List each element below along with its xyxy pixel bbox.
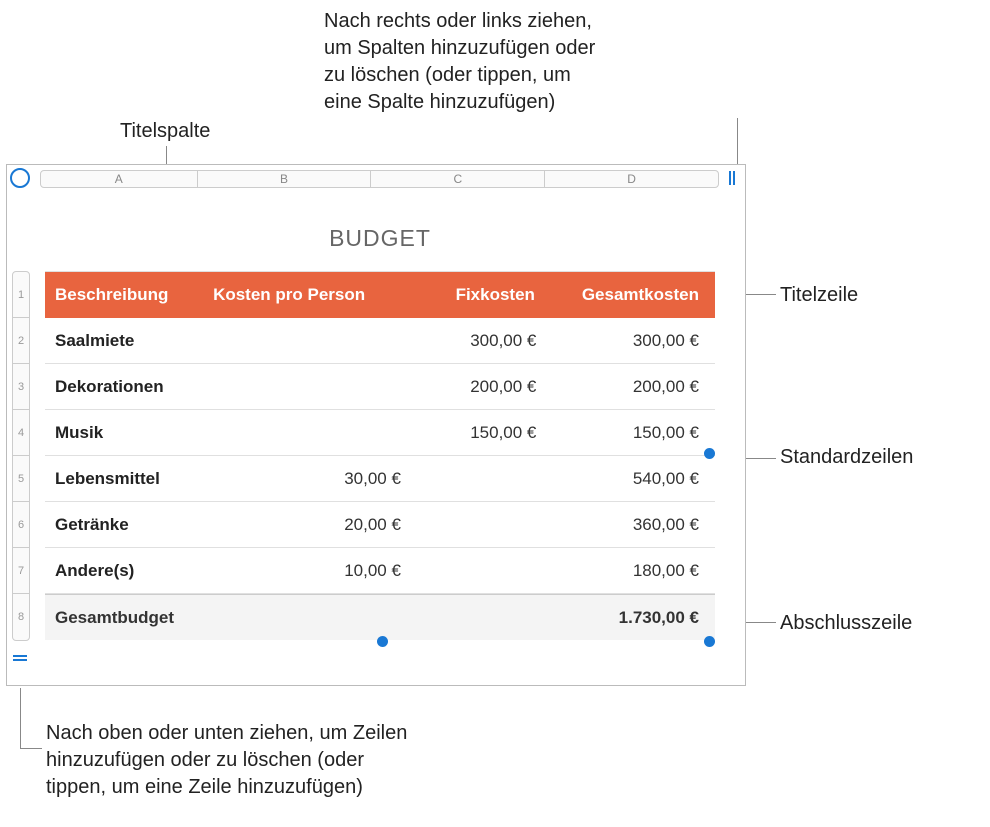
- cell[interactable]: Andere(s): [45, 561, 208, 581]
- add-row-handle[interactable]: [10, 648, 30, 668]
- callout-add-column: Nach rechts oder links ziehen, um Spalte…: [324, 8, 744, 116]
- table-row[interactable]: Lebensmittel 30,00 € 540,00 €: [45, 456, 715, 502]
- cell[interactable]: Saalmiete: [45, 331, 208, 351]
- cell[interactable]: 180,00 €: [546, 561, 715, 581]
- row-header-2[interactable]: 2: [13, 318, 29, 364]
- cell[interactable]: 150,00 €: [546, 423, 715, 443]
- cell[interactable]: 1.730,00 €: [546, 608, 715, 628]
- column-header-strip[interactable]: A B C D: [40, 170, 719, 188]
- table-row[interactable]: Musik 150,00 € 150,00 €: [45, 410, 715, 456]
- cell[interactable]: Dekorationen: [45, 377, 208, 397]
- table-row[interactable]: Getränke 20,00 € 360,00 €: [45, 502, 715, 548]
- selection-handle[interactable]: [704, 636, 715, 647]
- row-header-6[interactable]: 6: [13, 502, 29, 548]
- row-header-5[interactable]: 5: [13, 456, 29, 502]
- cell[interactable]: 10,00 €: [208, 561, 411, 581]
- callout-line: [742, 458, 776, 459]
- cell[interactable]: Lebensmittel: [45, 469, 208, 489]
- cell[interactable]: 200,00 €: [546, 377, 715, 397]
- table-row[interactable]: Andere(s) 10,00 € 180,00 €: [45, 548, 715, 594]
- table-footer-row[interactable]: Gesamtbudget 1.730,00 €: [45, 594, 715, 640]
- column-header-b[interactable]: B: [198, 171, 372, 187]
- cell[interactable]: 540,00 €: [546, 469, 715, 489]
- column-header-d[interactable]: D: [545, 171, 718, 187]
- add-column-handle[interactable]: [722, 168, 742, 188]
- cell[interactable]: 30,00 €: [208, 469, 411, 489]
- selection-handle[interactable]: [377, 636, 388, 647]
- table-body: Beschreibung Kosten pro Person Fixkosten…: [45, 271, 715, 640]
- cell[interactable]: Musik: [45, 423, 208, 443]
- cell[interactable]: 150,00 €: [411, 423, 546, 443]
- cell[interactable]: Getränke: [45, 515, 208, 535]
- callout-line: [737, 118, 738, 168]
- cell[interactable]: 360,00 €: [546, 515, 715, 535]
- cell[interactable]: Gesamtbudget: [45, 608, 208, 628]
- row-header-4[interactable]: 4: [13, 410, 29, 456]
- row-header-strip[interactable]: 1 2 3 4 5 6 7 8: [12, 271, 30, 641]
- selection-handle[interactable]: [704, 448, 715, 459]
- table-row[interactable]: Saalmiete 300,00 € 300,00 €: [45, 318, 715, 364]
- header-cell[interactable]: Beschreibung: [45, 285, 209, 305]
- header-cell[interactable]: Fixkosten: [408, 285, 545, 305]
- row-header-8[interactable]: 8: [13, 594, 29, 640]
- header-cell[interactable]: Kosten pro Person: [209, 285, 408, 305]
- column-header-c[interactable]: C: [371, 171, 545, 187]
- cell[interactable]: 300,00 €: [546, 331, 715, 351]
- callout-line: [20, 748, 42, 749]
- callout-add-row: Nach oben oder unten ziehen, um Zeilen h…: [46, 720, 486, 801]
- header-cell[interactable]: Gesamtkosten: [545, 285, 715, 305]
- spreadsheet-view: A B C D 1 2 3 4 5 6 7 8 BUDGET Beschreib…: [6, 164, 746, 686]
- table-header-row[interactable]: Beschreibung Kosten pro Person Fixkosten…: [45, 272, 715, 318]
- cell[interactable]: 200,00 €: [411, 377, 546, 397]
- row-header-3[interactable]: 3: [13, 364, 29, 410]
- table-row[interactable]: Dekorationen 200,00 € 200,00 €: [45, 364, 715, 410]
- row-header-7[interactable]: 7: [13, 548, 29, 594]
- table-title[interactable]: BUDGET: [45, 225, 715, 252]
- callout-line: [20, 688, 21, 748]
- cell[interactable]: 300,00 €: [411, 331, 546, 351]
- callout-title-row: Titelzeile: [780, 282, 858, 309]
- cell[interactable]: 20,00 €: [208, 515, 411, 535]
- table-select-handle[interactable]: [10, 168, 30, 188]
- callout-body-rows: Standardzeilen: [780, 444, 913, 471]
- callout-title-column: Titelspalte: [120, 118, 210, 145]
- column-header-a[interactable]: A: [41, 171, 198, 187]
- callout-footer-row: Abschlusszeile: [780, 610, 912, 637]
- row-header-1[interactable]: 1: [13, 272, 29, 318]
